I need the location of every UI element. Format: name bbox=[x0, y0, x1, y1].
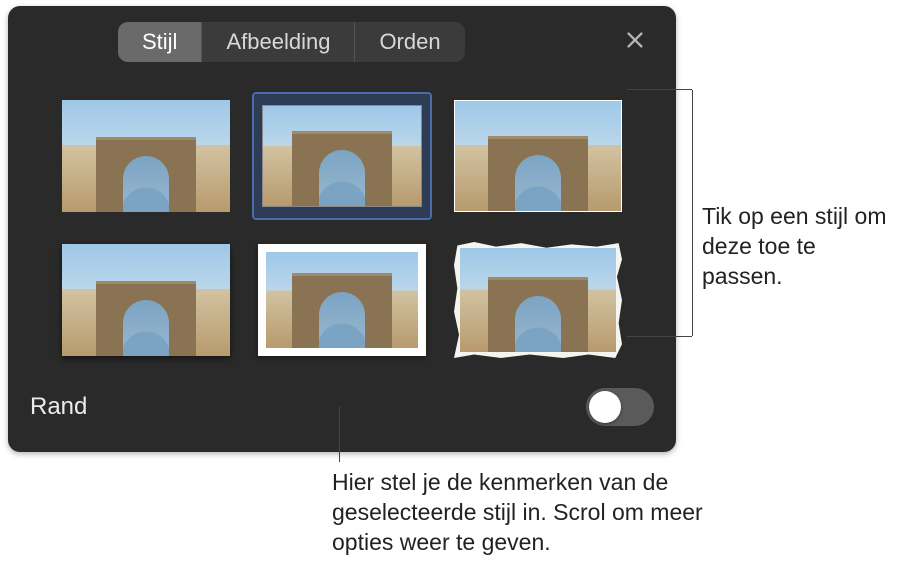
callout-style-attributes: Hier stel je de kenmerken van de geselec… bbox=[332, 468, 752, 558]
style-thumbnail bbox=[62, 244, 230, 356]
tab-afbeelding[interactable]: Afbeelding bbox=[202, 22, 355, 62]
style-thumbnail bbox=[266, 252, 418, 348]
callout-leader-line bbox=[627, 336, 692, 337]
style-thumbnail bbox=[460, 248, 616, 352]
format-panel: Stijl Afbeelding Orden bbox=[8, 6, 676, 452]
style-thumbnail-wrap bbox=[454, 242, 622, 358]
style-mat[interactable] bbox=[252, 236, 432, 364]
callout-leader-line bbox=[339, 406, 340, 462]
callout-leader-line bbox=[627, 89, 692, 90]
style-thumbnail-wrap bbox=[258, 244, 426, 356]
style-shadow[interactable] bbox=[56, 236, 236, 364]
segmented-control: Stijl Afbeelding Orden bbox=[118, 22, 465, 62]
style-thumbnail bbox=[262, 105, 422, 207]
rand-toggle[interactable] bbox=[586, 388, 654, 426]
style-torn-paper[interactable] bbox=[448, 236, 628, 364]
styles-grid bbox=[28, 92, 656, 364]
style-framed-selected[interactable] bbox=[252, 92, 432, 220]
close-button[interactable] bbox=[620, 25, 650, 55]
footer-row: Rand bbox=[30, 388, 654, 426]
callout-leader-line bbox=[692, 90, 693, 336]
style-plain[interactable] bbox=[56, 92, 236, 220]
toggle-knob bbox=[589, 391, 621, 423]
rand-label: Rand bbox=[30, 393, 87, 421]
tab-stijl[interactable]: Stijl bbox=[118, 22, 202, 62]
style-thumbnail bbox=[454, 100, 622, 212]
tab-orden[interactable]: Orden bbox=[355, 22, 464, 62]
close-icon bbox=[624, 29, 646, 51]
tab-bar: Stijl Afbeelding Orden bbox=[28, 20, 656, 64]
style-outline[interactable] bbox=[448, 92, 628, 220]
style-thumbnail bbox=[62, 100, 230, 212]
callout-style-tap: Tik op een stijl om deze toe te passen. bbox=[702, 202, 902, 292]
